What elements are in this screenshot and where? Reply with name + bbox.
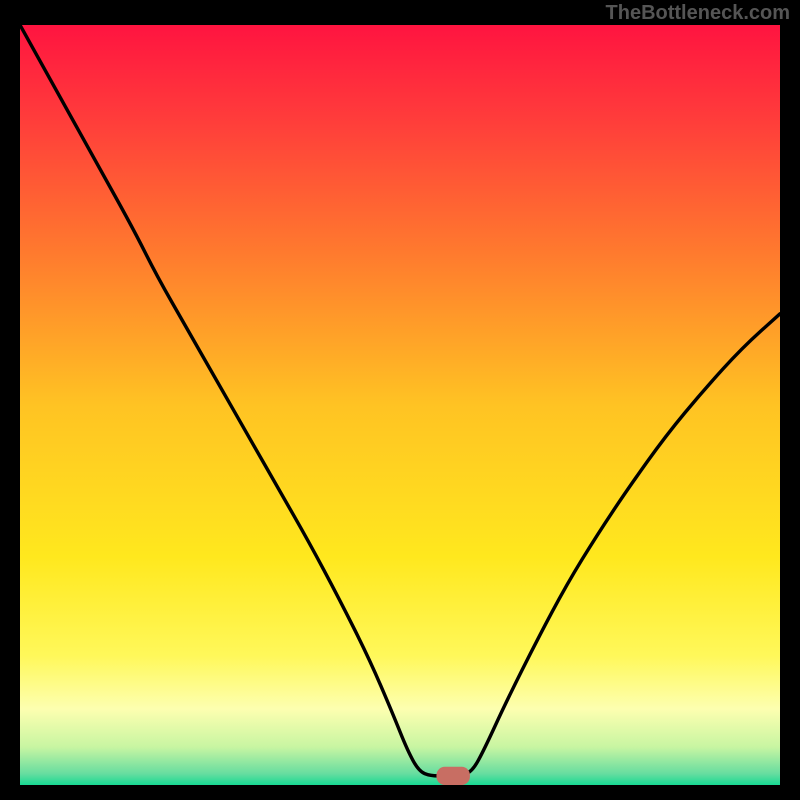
plot-area bbox=[20, 25, 780, 785]
chart-frame: TheBottleneck.com bbox=[0, 0, 800, 800]
heat-background bbox=[20, 25, 780, 785]
watermark-text: TheBottleneck.com bbox=[606, 2, 790, 25]
bottleneck-chart bbox=[20, 25, 780, 785]
optimal-marker bbox=[436, 767, 469, 785]
